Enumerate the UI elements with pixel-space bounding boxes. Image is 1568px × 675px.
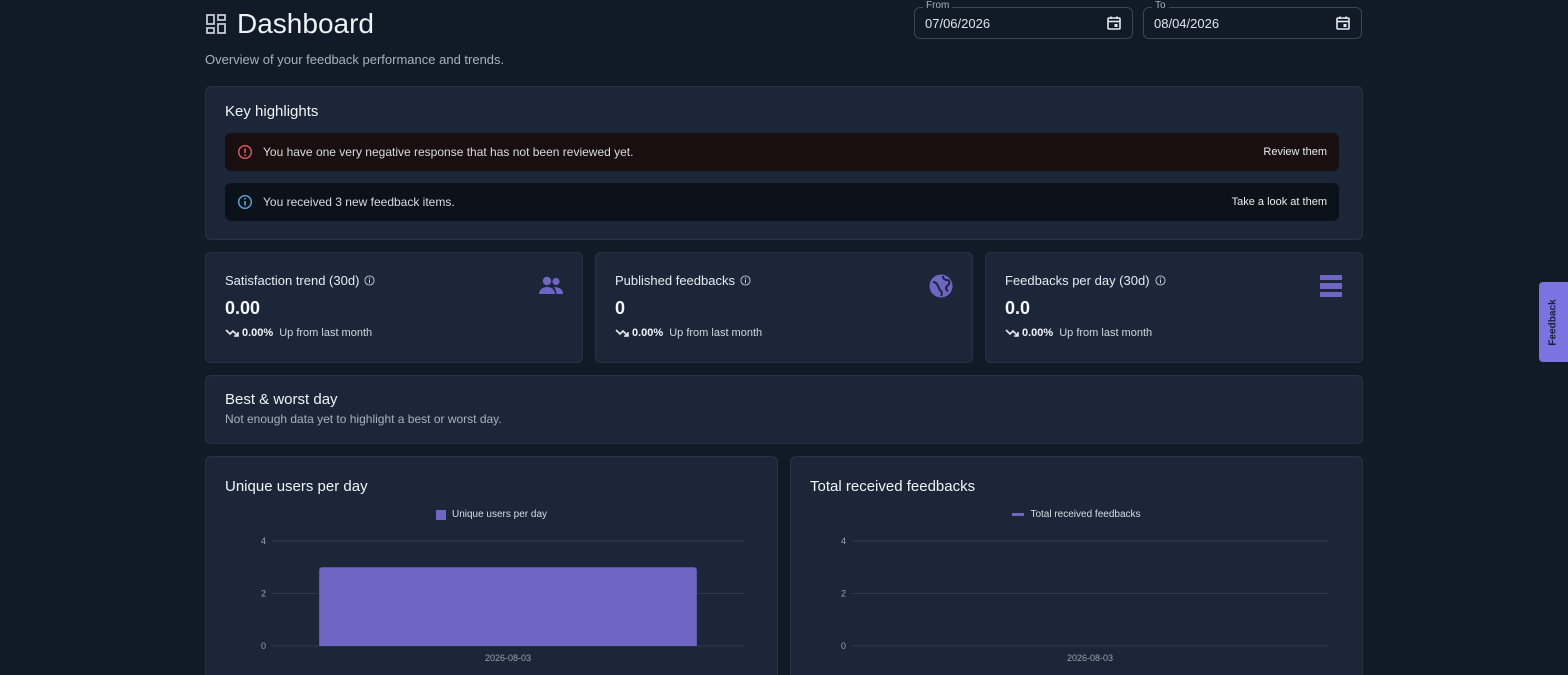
list-icon bbox=[1318, 273, 1344, 299]
error-icon bbox=[237, 144, 253, 160]
calendar-icon[interactable] bbox=[1106, 15, 1122, 31]
page-title: Dashboard bbox=[237, 8, 374, 39]
info-icon[interactable] bbox=[364, 275, 375, 286]
y-tick-label: 4 bbox=[261, 536, 266, 546]
dashboard-page: Dashboard Overview of your feedback perf… bbox=[0, 0, 1568, 675]
trend-percentage: 0.00% bbox=[1022, 327, 1054, 339]
legend-label: Unique users per day bbox=[451, 509, 548, 520]
alert-text: You have one very negative response that… bbox=[263, 145, 634, 159]
y-tick-label: 0 bbox=[841, 641, 846, 651]
feedback-tab-button[interactable]: Feedback bbox=[1539, 282, 1568, 362]
alert-text: You received 3 new feedback items. bbox=[263, 195, 455, 209]
info-icon[interactable] bbox=[740, 275, 751, 286]
unique-users-chart: 0 2 4 2026-08-03 bbox=[261, 536, 744, 663]
x-tick-label: 2026-08-03 bbox=[1067, 653, 1113, 663]
total-feedbacks-chart-card: Total received feedbacks Total received … bbox=[790, 456, 1363, 675]
chart-title: Total received feedbacks bbox=[810, 478, 976, 495]
chart-legend[interactable]: Unique users per day bbox=[225, 509, 758, 520]
users-icon bbox=[538, 273, 564, 299]
stat-value: 0 bbox=[615, 298, 626, 318]
y-tick-label: 2 bbox=[841, 589, 846, 599]
chart-title: Unique users per day bbox=[225, 478, 368, 495]
chart-legend[interactable]: Total received feedbacks bbox=[810, 509, 1343, 520]
calendar-icon[interactable] bbox=[1335, 15, 1351, 31]
stat-title: Feedbacks per day (30d) bbox=[1005, 273, 1150, 288]
legend-label: Total received feedbacks bbox=[1030, 509, 1141, 520]
to-date-label: To bbox=[1152, 0, 1169, 11]
negative-response-alert: You have one very negative response that… bbox=[225, 133, 1339, 171]
from-date-value[interactable]: 07/06/2026 bbox=[925, 16, 1106, 31]
x-tick-label: 2026-08-03 bbox=[485, 653, 531, 663]
key-highlights-title: Key highlights bbox=[225, 103, 319, 120]
y-tick-label: 0 bbox=[261, 641, 266, 651]
from-date-field[interactable]: From 07/06/2026 bbox=[914, 0, 1133, 39]
legend-swatch bbox=[1012, 513, 1025, 516]
key-highlights-card: Key highlights You have one very negativ… bbox=[205, 86, 1363, 240]
stat-title: Satisfaction trend (30d) bbox=[225, 273, 360, 288]
to-date-value[interactable]: 08/04/2026 bbox=[1154, 16, 1335, 31]
stat-title: Published feedbacks bbox=[615, 273, 735, 288]
legend-swatch bbox=[435, 509, 446, 520]
take-a-look-button[interactable]: Take a look at them bbox=[1232, 196, 1327, 208]
page-subtitle: Overview of your feedback performance an… bbox=[205, 52, 505, 67]
bar bbox=[319, 567, 697, 646]
trend-percentage: 0.00% bbox=[632, 327, 664, 339]
unique-users-chart-card: Unique users per day Unique users per da… bbox=[205, 456, 778, 675]
trend-text: Up from last month bbox=[279, 327, 373, 339]
new-feedback-alert: You received 3 new feedback items. Take … bbox=[225, 183, 1339, 221]
feedback-tab-label: Feedback bbox=[1548, 298, 1560, 346]
y-tick-label: 2 bbox=[261, 589, 266, 599]
y-tick-label: 4 bbox=[841, 536, 846, 546]
trend-percentage: 0.00% bbox=[242, 327, 274, 339]
dashboard-icon bbox=[205, 13, 227, 35]
best-worst-subtitle: Not enough data yet to highlight a best … bbox=[225, 412, 502, 426]
stat-card-feedbacks-per-day: Feedbacks per day (30d) 0.0 0.00% Up fro… bbox=[985, 252, 1363, 363]
stat-value: 0.00 bbox=[225, 298, 261, 318]
trending-down-icon bbox=[225, 327, 239, 339]
trend-text: Up from last month bbox=[1059, 327, 1153, 339]
trending-down-icon bbox=[615, 327, 629, 339]
total-feedbacks-chart: 0 2 4 2026-08-03 bbox=[841, 536, 1328, 663]
globe-icon bbox=[928, 273, 954, 299]
trending-down-icon bbox=[1005, 327, 1019, 339]
info-icon[interactable] bbox=[1154, 275, 1166, 286]
review-them-button[interactable]: Review them bbox=[1263, 146, 1327, 158]
best-worst-title: Best & worst day bbox=[225, 391, 338, 408]
to-date-field[interactable]: To 08/04/2026 bbox=[1143, 0, 1362, 39]
trend-text: Up from last month bbox=[669, 327, 763, 339]
info-icon bbox=[237, 194, 253, 210]
stat-card-satisfaction: Satisfaction trend (30d) 0.00 0.00% Up f… bbox=[205, 252, 583, 363]
best-worst-day-card: Best & worst day Not enough data yet to … bbox=[205, 375, 1363, 444]
stat-value: 0.0 bbox=[1005, 298, 1031, 318]
from-date-label: From bbox=[923, 0, 953, 11]
stat-card-published: Published feedbacks 0 0.00% Up from last… bbox=[595, 252, 973, 363]
